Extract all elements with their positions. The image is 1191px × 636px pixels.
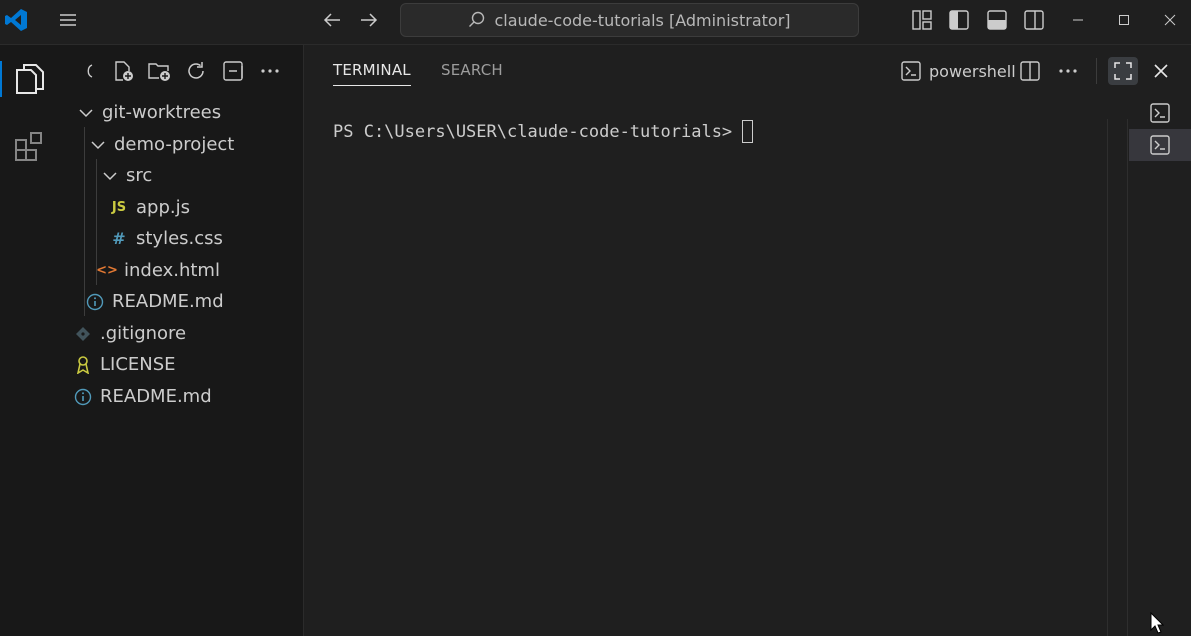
tree-label: README.md [100,386,212,407]
chevron-down-icon [88,135,108,155]
chevron-down-icon [100,166,120,186]
tree-file-license[interactable]: LICENSE [60,349,304,380]
tree-label: index.html [124,260,220,281]
js-file-icon: JS [111,200,127,215]
explorer-partial-icon [80,58,98,84]
chevron-down-icon [76,103,96,123]
tab-terminal[interactable]: TERMINAL [333,61,411,86]
forward-arrow-icon[interactable] [357,8,381,32]
html-file-icon: <> [96,263,118,278]
extensions-icon [15,132,42,161]
info-icon [86,293,104,311]
menu-icon[interactable] [56,8,80,32]
more-actions-icon[interactable] [257,58,283,84]
panel-more-icon[interactable] [1055,57,1081,85]
collapse-all-icon[interactable] [220,58,246,84]
toggle-primary-sidebar-icon[interactable] [947,8,971,32]
new-file-icon[interactable] [110,58,136,84]
tree-file-index-html[interactable]: <> index.html [60,255,304,286]
close-window-icon[interactable] [1158,8,1182,32]
tree-file-readme[interactable]: README.md [60,381,304,412]
toggle-panel-icon[interactable] [985,8,1009,32]
terminal-cursor [742,120,754,143]
tree-file-gitignore[interactable]: .gitignore [60,318,304,349]
activity-bar [0,45,60,636]
mouse-pointer-icon [1150,611,1165,636]
terminal-prompt: PS C:\Users\USER\claude-code-tutorials> [333,121,733,142]
refresh-icon[interactable] [183,58,209,84]
search-icon [469,11,485,27]
terminal-instance-1[interactable] [1129,97,1191,129]
files-icon [16,64,44,94]
minimize-icon[interactable] [1066,8,1090,32]
tree-folder-demo-project[interactable]: demo-project [60,129,304,160]
tree-folder-git-worktrees[interactable]: git-worktrees [60,97,304,128]
explorer-sidebar: git-worktrees demo-project src JS app.js… [60,45,304,636]
new-folder-icon[interactable] [146,58,172,84]
back-arrow-icon[interactable] [320,8,344,32]
css-file-icon: # [112,229,126,248]
toggle-secondary-sidebar-icon[interactable] [1022,8,1046,32]
tree-label: styles.css [136,228,223,249]
maximize-icon[interactable] [1112,8,1136,32]
tree-file-readme-nested[interactable]: README.md [60,286,304,317]
tree-label: .gitignore [100,323,187,344]
info-icon [74,388,92,406]
explorer-activity[interactable] [0,55,60,103]
tree-label: app.js [136,197,190,218]
tree-label: git-worktrees [102,102,222,123]
terminal-icon [1150,135,1170,155]
terminal-scrollbar[interactable] [1107,119,1128,636]
search-text: claude-code-tutorials [Administrator] [494,10,791,30]
terminal-profile-label: powershell [929,61,1016,81]
tree-label: LICENSE [100,354,176,375]
terminal-panel: TERMINAL SEARCH powershell PS C:\Users\U… [304,45,1191,636]
license-icon [74,355,92,374]
maximize-panel-icon[interactable] [1108,57,1138,85]
terminal-output[interactable]: PS C:\Users\USER\claude-code-tutorials> [333,120,754,143]
panel-toolbar-divider [1096,58,1097,84]
customize-layout-icon[interactable] [910,8,934,32]
tree-file-app-js[interactable]: JS app.js [60,192,304,223]
tree-label: demo-project [114,134,235,155]
tree-label: README.md [112,291,224,312]
tree-folder-src[interactable]: src [60,160,304,191]
terminal-instances-list [1129,95,1191,636]
close-panel-icon[interactable] [1148,57,1174,85]
git-icon [74,326,92,342]
tree-label: src [126,165,153,186]
command-center-search[interactable]: claude-code-tutorials [Administrator] [400,3,859,37]
split-terminal-icon[interactable] [1017,57,1043,85]
title-bar: claude-code-tutorials [Administrator] [0,0,1191,45]
vscode-logo-icon [2,6,30,34]
explorer-toolbar [60,45,304,95]
terminal-icon [901,61,921,81]
tab-search[interactable]: SEARCH [441,61,503,85]
terminal-icon [1150,103,1170,123]
extensions-activity[interactable] [0,123,60,171]
terminal-profile-button[interactable]: powershell [900,57,1016,85]
terminal-instance-2[interactable] [1129,129,1191,161]
tree-file-styles-css[interactable]: # styles.css [60,223,304,254]
